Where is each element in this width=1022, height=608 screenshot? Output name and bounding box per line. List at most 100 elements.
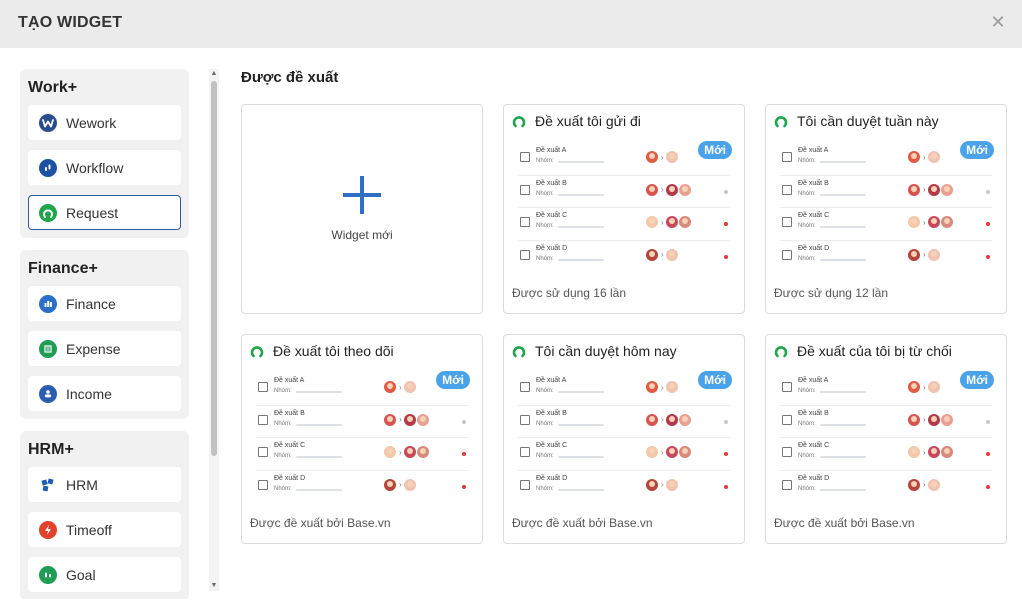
- row-sub-label: Nhóm:: [536, 388, 554, 394]
- avatar: [940, 413, 953, 426]
- sidebar-item-income[interactable]: Income: [28, 376, 181, 411]
- list-item: Đề xuất C Nhóm: ›: [518, 438, 730, 471]
- status-dot: [986, 254, 990, 259]
- avatar: [927, 248, 940, 261]
- sidebar-item-hrm[interactable]: HRM: [28, 467, 181, 502]
- avatar: [403, 381, 416, 393]
- avatar-group: ›: [384, 446, 430, 458]
- avatar: [678, 216, 691, 228]
- scrollbar-thumb[interactable]: [211, 81, 217, 456]
- card-footer: Được đề xuất bởi Base.vn: [774, 516, 915, 530]
- status-dot: [724, 254, 728, 259]
- row-name: Đề xuất C: [798, 442, 830, 449]
- widget-template-card[interactable]: Đề xuất tôi theo dõi Mới Đề xuất A Nhóm: › Đề…: [241, 334, 483, 544]
- card-title-text: Tôi cần duyệt tuần này: [797, 113, 939, 129]
- list-item: Đề xuất D Nhóm: ›: [518, 241, 730, 274]
- avatar: [678, 446, 691, 458]
- avatar-group: ›: [384, 381, 417, 393]
- timeoff-icon: [39, 520, 57, 539]
- row-sub-label: Nhóm:: [536, 255, 554, 262]
- placeholder-line: [820, 258, 866, 261]
- preview-list: Đề xuất A Nhóm: › Đề xuất B Nhóm: › Đề xuất C N…: [518, 143, 730, 273]
- checkbox: [258, 382, 268, 392]
- sidebar-item-label: Timeoff: [66, 521, 112, 538]
- avatar: [384, 381, 396, 393]
- placeholder-line: [820, 391, 866, 393]
- row-name: Đề xuất D: [798, 244, 830, 252]
- chevron-right-icon: ›: [923, 217, 926, 227]
- list-item: Đề xuất B Nhóm: ›: [518, 176, 730, 208]
- close-icon[interactable]: ✕: [988, 12, 1008, 32]
- list-item: Đề xuất A Nhóm: ›: [256, 373, 468, 406]
- checkbox: [782, 184, 792, 195]
- avatar: [403, 446, 416, 458]
- sidebar-scrollbar[interactable]: ▲ ▼: [209, 69, 219, 591]
- sidebar-group: Finance+ Finance Expense Income: [20, 250, 189, 419]
- chevron-right-icon: ›: [923, 382, 926, 392]
- row-sub-label: Nhóm:: [536, 223, 554, 229]
- list-item: Đề xuất C Nhóm: ›: [780, 208, 992, 241]
- card-title: Đề xuất tôi theo dõi: [250, 343, 394, 359]
- status-dot: [986, 452, 990, 456]
- widget-template-card[interactable]: Đề xuất của tôi bị từ chối Mới Đề xuất A Nh…: [765, 334, 1007, 544]
- row-name: Đề xuất B: [798, 409, 829, 417]
- row-sub-label: Nhóm:: [536, 190, 554, 197]
- list-item: Đề xuất D Nhóm: ›: [518, 471, 730, 504]
- list-item: Đề xuất C Nhóm: ›: [256, 438, 468, 471]
- avatar: [646, 151, 658, 163]
- avatar: [646, 413, 658, 426]
- row-sub-label: Nhóm:: [798, 190, 816, 197]
- list-item: Đề xuất D Nhóm: ›: [256, 471, 468, 504]
- row-sub-label: Nhóm:: [274, 420, 292, 427]
- widget-template-card[interactable]: Tôi cần duyệt hôm nay Mới Đề xuất A Nhóm: › Đ…: [503, 334, 745, 544]
- new-widget-label: Widget mới: [331, 228, 393, 242]
- avatar: [908, 216, 920, 228]
- checkbox: [782, 382, 792, 392]
- sidebar-item-goal[interactable]: Goal: [28, 557, 181, 592]
- chevron-right-icon: ›: [923, 415, 926, 424]
- sidebar-item-expense[interactable]: Expense: [28, 331, 181, 366]
- row-name: Đề xuất B: [536, 179, 567, 187]
- avatar: [908, 248, 920, 261]
- list-item: Đề xuất A Nhóm: ›: [518, 143, 730, 176]
- checkbox: [520, 479, 530, 490]
- sidebar-item-wework[interactable]: Wework: [28, 105, 181, 140]
- avatar: [908, 183, 920, 196]
- sidebar-item-workflow[interactable]: Workflow: [28, 150, 181, 185]
- row-name: Đề xuất C: [274, 442, 306, 449]
- placeholder-line: [820, 488, 866, 491]
- avatar: [403, 478, 416, 491]
- list-item: Đề xuất B Nhóm: ›: [518, 406, 730, 438]
- avatar: [665, 248, 678, 261]
- scroll-up-icon[interactable]: ▲: [209, 69, 219, 79]
- row-sub-label: Nhóm:: [274, 388, 292, 394]
- checkbox: [520, 152, 530, 162]
- sidebar-item-label: Goal: [66, 566, 96, 583]
- placeholder-line: [820, 193, 866, 196]
- avatar-group: ›: [646, 183, 692, 196]
- checkbox: [520, 217, 530, 227]
- new-widget-card[interactable]: Widget mới: [241, 104, 483, 314]
- plus-icon: [343, 176, 381, 214]
- avatar: [665, 413, 678, 426]
- status-dot: [986, 222, 990, 226]
- placeholder-line: [296, 423, 342, 426]
- sidebar-item-timeoff[interactable]: Timeoff: [28, 512, 181, 547]
- sidebar-group: HRM+ HRM Timeoff Goal: [20, 431, 189, 599]
- card-footer: Được sử dụng 12 lần: [774, 286, 888, 300]
- list-item: Đề xuất B Nhóm: ›: [256, 406, 468, 438]
- row-name: Đề xuất A: [536, 147, 567, 154]
- sidebar-item-finance[interactable]: Finance: [28, 286, 181, 321]
- checkbox: [782, 249, 792, 260]
- chevron-right-icon: ›: [923, 480, 926, 489]
- status-dot: [724, 419, 728, 424]
- row-name: Đề xuất D: [798, 474, 830, 482]
- row-sub-label: Nhóm:: [798, 453, 816, 459]
- widget-template-card[interactable]: Tôi cần duyệt tuần này Mới Đề xuất A Nhóm: ›…: [765, 104, 1007, 314]
- card-title: Tôi cần duyệt hôm nay: [512, 343, 677, 359]
- widget-template-card[interactable]: Đề xuất tôi gửi đi Mới Đề xuất A Nhóm: › Đề x…: [503, 104, 745, 314]
- scroll-down-icon[interactable]: ▼: [209, 581, 219, 591]
- avatar-group: ›: [384, 478, 417, 491]
- avatar: [646, 248, 658, 261]
- sidebar-item-request[interactable]: Request: [28, 195, 181, 230]
